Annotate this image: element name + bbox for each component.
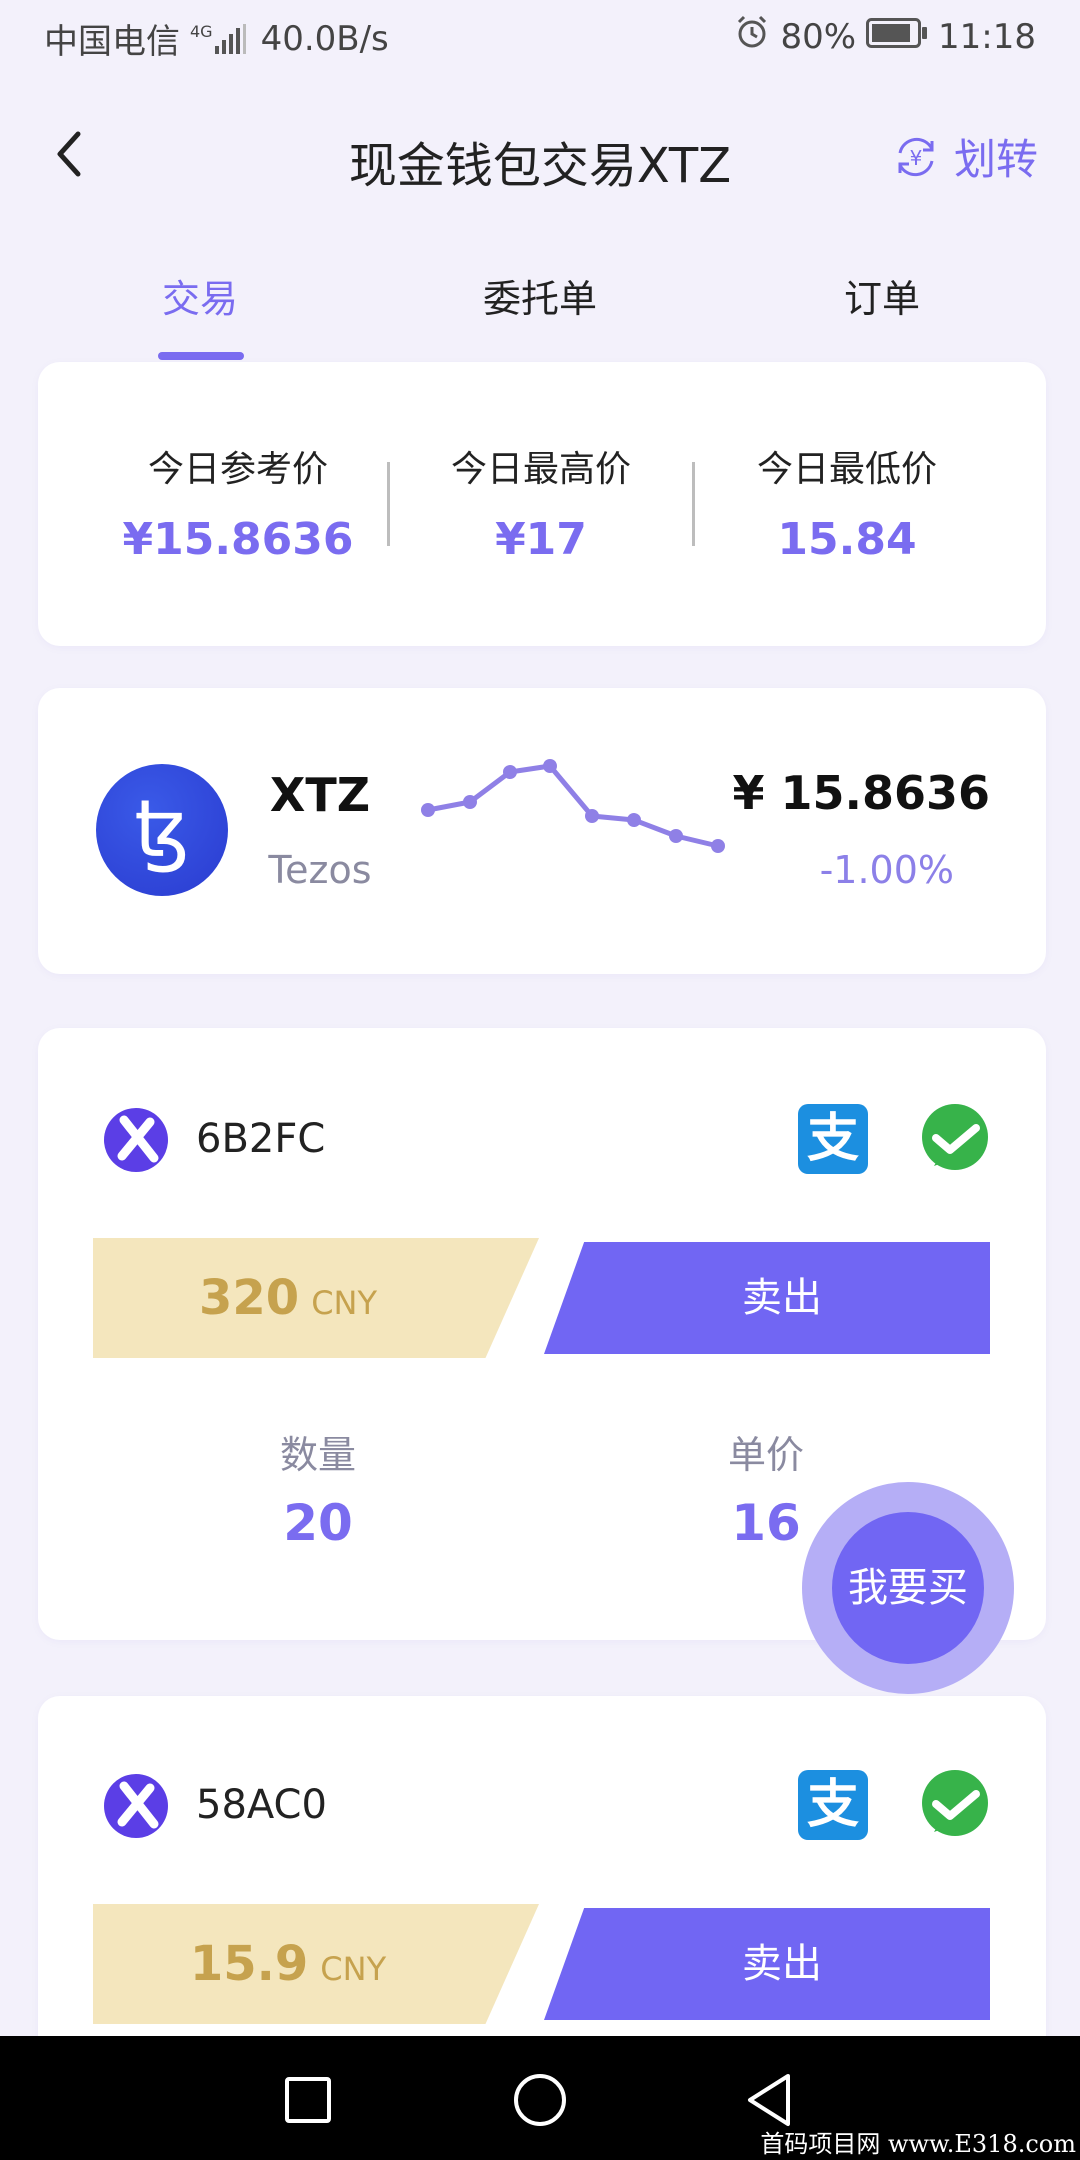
network-type-label: 4G — [190, 21, 213, 41]
buy-button[interactable]: 我要买 — [832, 1512, 984, 1664]
amount-currency: CNY — [320, 1950, 387, 1988]
low-price: 今日最低价 15.84 — [697, 440, 997, 565]
amount-value: 15.9 — [189, 1936, 309, 1992]
tab-orders[interactable]: 订单 — [702, 268, 1062, 323]
signal-icon: 4G — [190, 21, 247, 54]
currency-exchange-icon: ¥ — [898, 137, 934, 176]
coin-change: -1.00% — [819, 848, 954, 892]
battery-icon — [866, 17, 928, 57]
watermark: 首码项目网 www.E318.com — [760, 2130, 1076, 2158]
alipay-icon: 支 — [798, 1104, 868, 1174]
tab-entrust-orders[interactable]: 委托单 — [360, 268, 720, 323]
status-right: 80% 11:18 — [724, 14, 1036, 59]
low-price-value: 15.84 — [777, 514, 917, 565]
high-price-value: ¥17 — [495, 514, 587, 565]
coin-symbol: XTZ — [269, 768, 371, 822]
transfer-label: 划转 — [953, 135, 1038, 184]
reference-price-value: ¥15.8636 — [122, 514, 354, 565]
carrier-label: 中国电信 — [44, 22, 180, 62]
tezos-glyph: ꜩ — [134, 785, 189, 875]
high-price: 今日最高价 ¥17 — [391, 440, 691, 565]
amount-value: 320 — [198, 1270, 300, 1326]
wechat-pay-icon — [922, 1770, 988, 1836]
back-triangle-icon[interactable] — [744, 2072, 796, 2128]
low-price-label: 今日最低价 — [756, 449, 937, 490]
home-icon[interactable] — [512, 2072, 568, 2128]
unit-price-label: 单价 — [727, 1433, 804, 1477]
offer-amount-box: 15.9 CNY — [93, 1904, 539, 2024]
tab-indicator — [158, 352, 244, 360]
network-speed: 40.0B/s — [260, 18, 389, 59]
tezos-logo-icon: ꜩ — [96, 764, 228, 896]
sell-button[interactable]: 卖出 — [544, 1242, 990, 1354]
battery-percent: 80% — [780, 16, 857, 57]
coin-price: ¥ 15.8636 — [732, 766, 990, 820]
tab-trade[interactable]: 交易 — [20, 268, 380, 323]
sell-button[interactable]: 卖出 — [544, 1908, 990, 2020]
amount-currency: CNY — [311, 1284, 378, 1322]
trader-avatar-icon — [104, 1774, 168, 1838]
offer-amount-box: 320 CNY — [93, 1238, 539, 1358]
trader-id: 6B2FC — [196, 1116, 326, 1162]
trader-id: 58AC0 — [196, 1782, 327, 1828]
offer-amount: 320 CNY — [93, 1238, 539, 1358]
yen-glyph: ¥ — [910, 146, 923, 170]
transfer-button[interactable]: ¥ 划转 — [892, 126, 1038, 187]
wechat-pay-icon — [922, 1104, 988, 1170]
status-bar: 中国电信 4G 40.0B/s 80% 11:18 — [0, 0, 1080, 76]
clock: 11:18 — [938, 16, 1036, 57]
reference-price: 今日参考价 ¥15.8636 — [88, 440, 388, 565]
quantity-label: 数量 — [279, 1433, 356, 1477]
high-price-label: 今日最高价 — [450, 449, 631, 490]
coin-name: Tezos — [268, 848, 372, 892]
divider — [387, 462, 390, 546]
offer-amount: 15.9 CNY — [93, 1904, 539, 2024]
quantity-value: 20 — [283, 1494, 353, 1552]
reference-price-label: 今日参考价 — [147, 449, 328, 490]
trader-avatar-icon — [104, 1108, 168, 1172]
alarm-icon — [734, 14, 770, 59]
price-sparkline — [421, 759, 725, 853]
divider — [692, 462, 695, 546]
recent-apps-icon[interactable] — [284, 2076, 332, 2124]
alipay-icon: 支 — [798, 1770, 868, 1840]
status-left: 中国电信 4G 40.0B/s — [44, 14, 389, 63]
